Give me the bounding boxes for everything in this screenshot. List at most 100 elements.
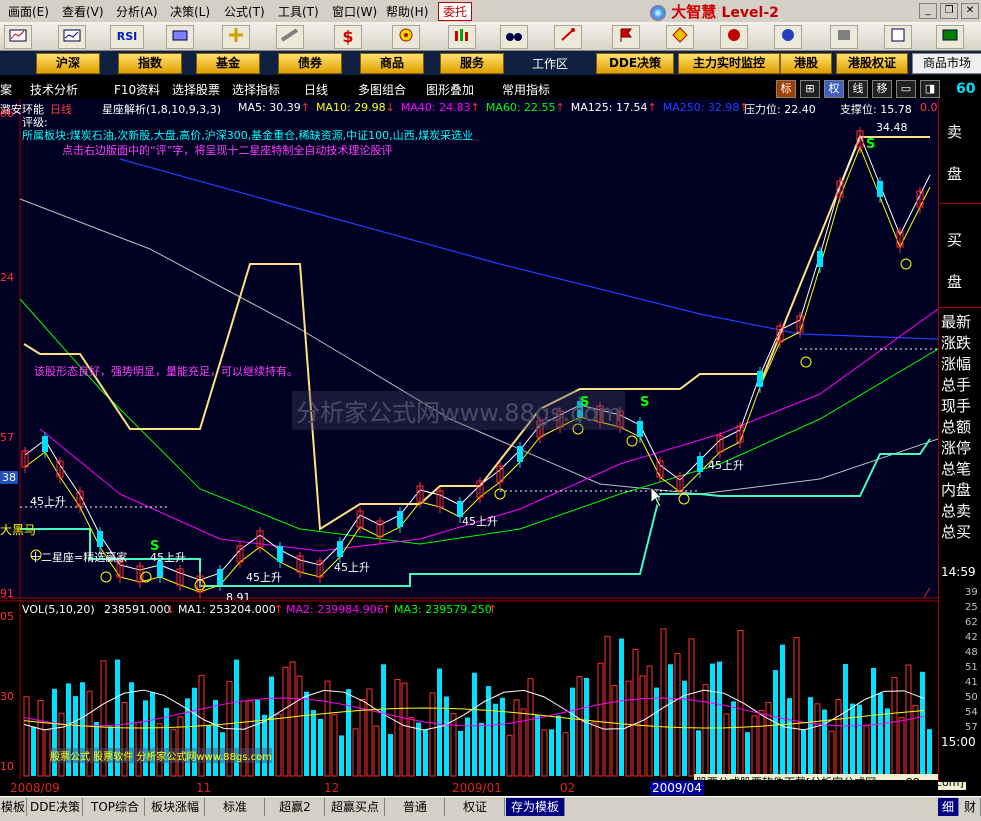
quote-field-label: 总笔: [941, 460, 972, 478]
bars-icon[interactable]: [448, 25, 476, 49]
dark-flag-icon[interactable]: [830, 25, 858, 49]
quote-field-label: 涨跌: [941, 334, 972, 352]
y-label: 24: [0, 271, 14, 284]
volume-value: 238591.000: [104, 603, 171, 616]
move-button[interactable]: 移: [872, 80, 892, 98]
tab-sector[interactable]: 板块涨幅: [146, 798, 205, 816]
window-mode-button[interactable]: ▭: [896, 80, 916, 98]
tab-dde[interactable]: DDE决策: [28, 798, 83, 816]
select-indicator-button[interactable]: 选择指标: [232, 81, 280, 98]
market-button-service[interactable]: 服务: [440, 53, 504, 74]
diamond-icon[interactable]: [666, 25, 694, 49]
hk-warrant-button[interactable]: 港股权证: [836, 53, 908, 74]
workspace-label: 工作区: [532, 57, 569, 71]
ma-values: MA5: 30.39↑ MA10: 29.98↓ MA40: 24.83↑ MA60:…: [238, 101, 755, 114]
hk-stock-button[interactable]: 港股: [780, 53, 832, 74]
hint-line: 点击右边版面中的“评”字，将呈现十二星座特制全自动技术理论股评: [62, 144, 393, 157]
price-chart[interactable]: ⁄ 潞安环能 日线 星座解析(1,8,10,9,3,3) MA5: 30.39↑…: [0, 99, 945, 604]
market-button-commodity[interactable]: 商品: [360, 53, 424, 74]
realtime-monitor-button[interactable]: 主力实时监控: [678, 53, 780, 74]
menu-decision[interactable]: 决策(L): [170, 3, 210, 20]
common-indicator-button[interactable]: 常用指标: [502, 81, 550, 98]
watermark: 分析家公式网www.88gs.com: [292, 391, 626, 430]
shield-icon[interactable]: [774, 25, 802, 49]
volume-chart[interactable]: VOL(5,10,20) 238591.000 ↓ MA1: 253204.00…: [0, 600, 966, 790]
line-button[interactable]: 线: [848, 80, 868, 98]
volume-header: VOL(5,10,20): [22, 603, 95, 616]
quote-field-label: 总卖: [941, 502, 972, 520]
scheme-label: 案: [0, 83, 13, 97]
ruler-icon[interactable]: [276, 25, 304, 49]
brand-name: 大智慧: [671, 3, 717, 21]
tab-warrant[interactable]: 权证: [446, 798, 505, 816]
overlay-button[interactable]: 图形叠加: [426, 81, 474, 98]
date-label: 2009/01: [452, 781, 502, 795]
market-button-shanghai-shenzhen[interactable]: 沪深: [36, 53, 100, 74]
period-label: 日线: [50, 103, 72, 116]
minimize-icon[interactable]: _: [919, 3, 937, 19]
quote-field-label: 内盘: [941, 481, 972, 499]
market-button-fund[interactable]: 基金: [196, 53, 260, 74]
rights-button[interactable]: 权: [824, 80, 844, 98]
grid-button[interactable]: ⊞: [800, 80, 820, 98]
commodity-market-button[interactable]: 商品市场: [912, 53, 981, 74]
tab-super2[interactable]: 超赢2: [266, 798, 325, 816]
tab-standard[interactable]: 标准: [206, 798, 265, 816]
select-stock-button[interactable]: 选择股票: [172, 81, 220, 98]
y-label: 91: [0, 587, 14, 600]
volume-ma1-arrow: ↑: [274, 603, 284, 616]
f10-button[interactable]: F10资料: [114, 81, 160, 98]
dde-decision-button[interactable]: DDE决策: [596, 53, 674, 74]
multi-chart-button[interactable]: 多图组合: [358, 81, 406, 98]
market-button-index[interactable]: 指数: [118, 53, 182, 74]
minute-chart-icon[interactable]: [58, 25, 86, 49]
tab-buy-point[interactable]: 超赢买点: [326, 798, 385, 816]
tab-save-template[interactable]: 存为模板: [506, 798, 565, 816]
annotation-label: 45上升: [708, 459, 744, 472]
ma-arrow: ↑: [647, 101, 657, 114]
ma-value: MA125: 17.54↑: [570, 101, 657, 114]
menu-tools[interactable]: 工具(T): [278, 3, 319, 20]
rsi-icon[interactable]: RSI: [110, 25, 144, 49]
menu-view[interactable]: 查看(V): [62, 3, 104, 20]
note-icon[interactable]: [884, 25, 912, 49]
menu-screen[interactable]: 画面(E): [8, 3, 49, 20]
quote-panel: 卖 盘 买 盘 最新 涨跌 涨幅 总手 现手 总额 涨停 总笔 内盘 总卖 总买 14:59 39 2…: [938, 99, 981, 782]
bottom-tabs: 模板 DDE决策 TOP综合 板块涨幅 标准 超赢2 超赢买点 普通 权证 存为…: [0, 796, 981, 821]
technical-analysis-button[interactable]: 技术分析: [30, 81, 78, 98]
mark-button[interactable]: 标: [776, 80, 796, 98]
tab-top[interactable]: TOP综合: [86, 798, 145, 816]
market-button-bond[interactable]: 债券: [278, 53, 342, 74]
book-icon[interactable]: [936, 25, 964, 49]
close-icon[interactable]: ✕: [961, 3, 979, 19]
swirl-icon[interactable]: [720, 25, 748, 49]
drawing-icon[interactable]: [166, 25, 194, 49]
satellite-icon[interactable]: [554, 25, 582, 49]
period-daily-button[interactable]: 日线: [304, 81, 328, 98]
ma-arrow: ↑: [300, 101, 310, 114]
quote-field-label: 现手: [941, 397, 972, 415]
k-line-icon[interactable]: [4, 25, 32, 49]
volume-ma3: MA3: 239579.250: [394, 603, 492, 616]
binoculars-icon[interactable]: [500, 25, 528, 49]
entrust-button[interactable]: 委托: [438, 2, 473, 21]
menu-formula[interactable]: 公式(T): [224, 3, 265, 20]
crosshair-icon[interactable]: [222, 25, 250, 49]
finance-button[interactable]: 财: [960, 798, 981, 816]
flag-icon[interactable]: [612, 25, 640, 49]
ma-arrow: ↑: [555, 101, 565, 114]
menu-help[interactable]: 帮助(H): [386, 3, 428, 20]
dollar-icon[interactable]: $: [334, 25, 362, 49]
restore-icon[interactable]: ❐: [940, 3, 958, 19]
tab-template[interactable]: 模板: [0, 798, 27, 816]
menu-analysis[interactable]: 分析(A): [116, 3, 158, 20]
quote-field-label: 最新: [941, 313, 972, 331]
volume-y-label: 30: [0, 690, 14, 703]
volume-ma2: MA2: 239984.906: [286, 603, 384, 616]
brand-logo: 大智慧 Level-2: [650, 1, 779, 21]
menu-window[interactable]: 窗口(W): [332, 3, 377, 20]
split-button[interactable]: ◨: [920, 80, 940, 98]
detail-button[interactable]: 细: [938, 798, 959, 816]
bullseye-icon[interactable]: [392, 25, 420, 49]
tab-normal[interactable]: 普通: [386, 798, 445, 816]
